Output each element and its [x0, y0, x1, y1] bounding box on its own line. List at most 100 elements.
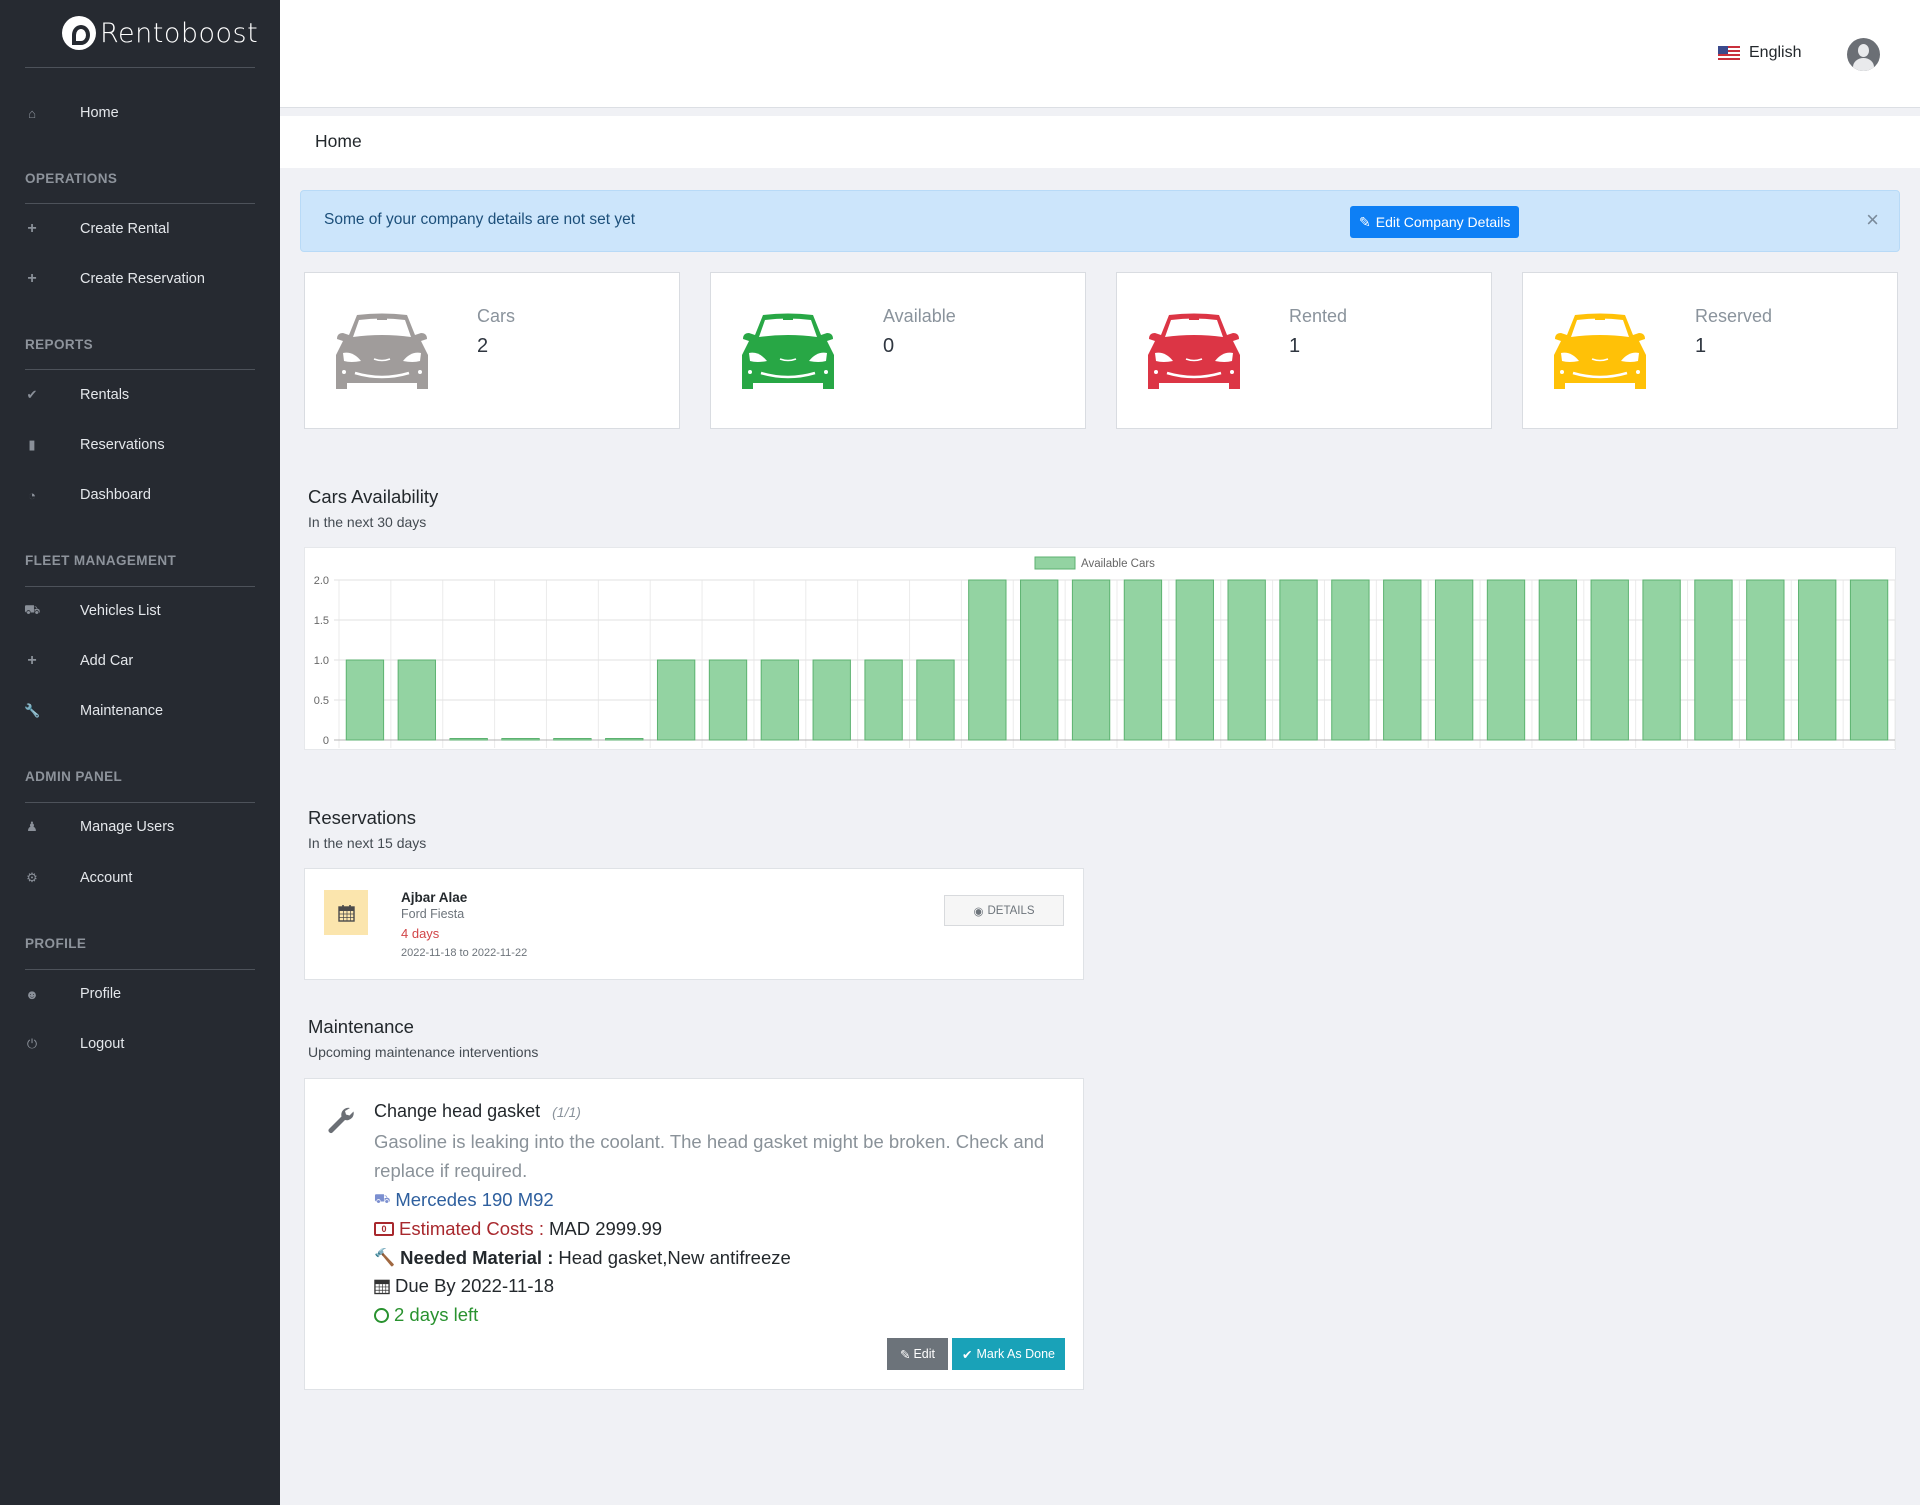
stat-card-cars: Cars 2: [304, 272, 680, 429]
calendar-icon: [324, 890, 368, 935]
reservation-car: Ford Fiesta: [401, 907, 465, 921]
brand-logo[interactable]: Rentoboost: [62, 16, 258, 50]
bar: [1694, 579, 1733, 741]
bar: [553, 738, 592, 741]
page-title: Home: [315, 131, 362, 151]
plus-icon: +: [27, 220, 37, 237]
check-icon: ✔: [962, 1347, 973, 1362]
plus-icon: +: [27, 652, 37, 669]
sidebar-item-maintenance[interactable]: 🔧 Maintenance: [0, 691, 280, 731]
section-title-admin-panel: ADMIN PANEL: [25, 769, 123, 784]
maintenance-vehicle-link[interactable]: ⛟ Mercedes 190 M92: [374, 1189, 554, 1211]
stat-card-available: Available 0: [710, 272, 1086, 429]
users-icon: ♟: [26, 819, 38, 834]
edit-icon: ✎: [1359, 213, 1371, 230]
sidebar-item-dashboard[interactable]: ◔ Dashboard: [0, 475, 280, 515]
edit-icon: ✎: [899, 1347, 911, 1362]
stat-value: 1: [1695, 335, 1707, 357]
user-avatar[interactable]: [1847, 38, 1880, 71]
dashboard-icon: ◔: [28, 487, 36, 503]
edit-maintenance-button[interactable]: ✎ Edit: [887, 1338, 948, 1370]
y-tick-label: 2.0: [314, 575, 329, 587]
wrench-icon: 🔧: [24, 703, 41, 718]
sidebar-item-label: Add Car: [80, 653, 134, 669]
bar: [968, 579, 1007, 741]
language-selector[interactable]: English: [1718, 44, 1801, 62]
y-tick-label: 1.0: [314, 655, 329, 667]
language-label: English: [1749, 44, 1802, 61]
section-title-fleet-management: FLEET MANAGEMENT: [25, 553, 177, 568]
stat-value: 1: [1289, 335, 1301, 357]
sidebar-item-label: Dashboard: [80, 487, 151, 503]
cost-value: MAD 2999.99: [548, 1218, 663, 1239]
sidebar-item-create-rental[interactable]: + Create Rental: [0, 209, 280, 249]
divider: [25, 67, 255, 68]
bar: [1746, 579, 1785, 741]
top-header: [280, 0, 1920, 108]
sidebar-item-create-reservation[interactable]: + Create Reservation: [0, 259, 280, 299]
bookmark-icon: ▮: [28, 437, 36, 452]
sidebar-item-profile[interactable]: ☻ Profile: [0, 974, 280, 1014]
maintenance-title-text: Change head gasket (1/1): [374, 1101, 581, 1122]
calendar-icon: [374, 1279, 390, 1295]
sidebar-item-home[interactable]: ⌂ Home: [0, 93, 280, 133]
maintenance-cost: 0 Estimated Costs : MAD 2999.99: [374, 1218, 662, 1240]
maintenance-due: Due By 2022-11-18: [374, 1275, 554, 1297]
bar: [1538, 579, 1578, 741]
stat-value: 0: [883, 335, 895, 357]
alert-message: Some of your company details are not set…: [324, 211, 636, 228]
maintenance-material: 🔨 Needed Material : Head gasket,New anti…: [374, 1247, 791, 1269]
wrench-icon: [328, 1107, 354, 1133]
button-label: Edit Company Details: [1375, 214, 1511, 230]
cost-label: Estimated Costs :: [399, 1218, 544, 1239]
sidebar: Rentoboost ⌂ Home OPERATIONS + Create Re…: [0, 0, 280, 1505]
y-tick-label: 0.5: [314, 695, 329, 707]
reservation-dates: 2022-11-18 to 2022-11-22: [401, 947, 528, 959]
gavel-icon: 🔨: [374, 1248, 396, 1267]
money-icon: 0: [374, 1222, 394, 1236]
sidebar-item-vehicles-list[interactable]: ⛟ Vehicles List: [0, 591, 280, 631]
check-icon: ✔: [26, 387, 38, 402]
car-icon: [1554, 313, 1646, 389]
divider: [25, 802, 255, 803]
availability-subtitle: In the next 30 days: [308, 514, 427, 530]
bar: [1434, 579, 1474, 741]
bar: [760, 659, 800, 741]
availability-chart: 0 0.5 1.0 1.5 2.0 Available Cars: [304, 547, 1896, 750]
sidebar-item-manage-users[interactable]: ♟ Manage Users: [0, 807, 280, 847]
sidebar-item-label: Vehicles List: [80, 603, 161, 619]
sidebar-item-add-car[interactable]: + Add Car: [0, 641, 280, 681]
button-label: Edit: [913, 1347, 936, 1361]
material-value: Head gasket,New antifreeze: [558, 1247, 791, 1268]
car-icon: ⛟: [374, 1191, 391, 1206]
sidebar-item-rentals[interactable]: ✔ Rentals: [0, 375, 280, 415]
bar: [812, 659, 851, 741]
close-icon[interactable]: ×: [1866, 207, 1879, 233]
company-details-alert: Some of your company details are not set…: [300, 190, 1900, 252]
sidebar-item-label: Profile: [80, 986, 122, 1002]
stat-label: Reserved: [1695, 306, 1773, 326]
bar: [449, 738, 488, 741]
stat-value: 2: [477, 335, 489, 357]
page-title-bar: Home: [280, 116, 1920, 168]
car-icon: [336, 313, 428, 389]
bar: [1486, 579, 1526, 741]
bar: [708, 659, 748, 741]
section-title-reports: REPORTS: [25, 337, 94, 352]
reservation-details-button[interactable]: ◉ DETAILS: [944, 895, 1064, 926]
sidebar-item-label: Account: [80, 870, 133, 886]
sidebar-item-reservations[interactable]: ▮ Reservations: [0, 425, 280, 465]
clock-icon: [374, 1307, 389, 1323]
bar: [345, 659, 385, 741]
mark-as-done-button[interactable]: ✔ Mark As Done: [952, 1338, 1065, 1370]
availability-title: Cars Availability: [308, 486, 439, 507]
home-icon: ⌂: [28, 105, 36, 121]
bar: [1849, 579, 1889, 741]
sidebar-item-account[interactable]: ⚙ Account: [0, 858, 280, 898]
eye-icon: ◉: [973, 905, 984, 918]
sidebar-item-logout[interactable]: ⏻ Logout: [0, 1024, 280, 1064]
y-tick-label: 0: [323, 735, 329, 747]
car-icon: [1148, 313, 1240, 389]
edit-company-details-button[interactable]: ✎ Edit Company Details: [1350, 206, 1520, 238]
maintenance-item: Change head gasket (1/1) Gasoline is leak…: [304, 1078, 1084, 1390]
